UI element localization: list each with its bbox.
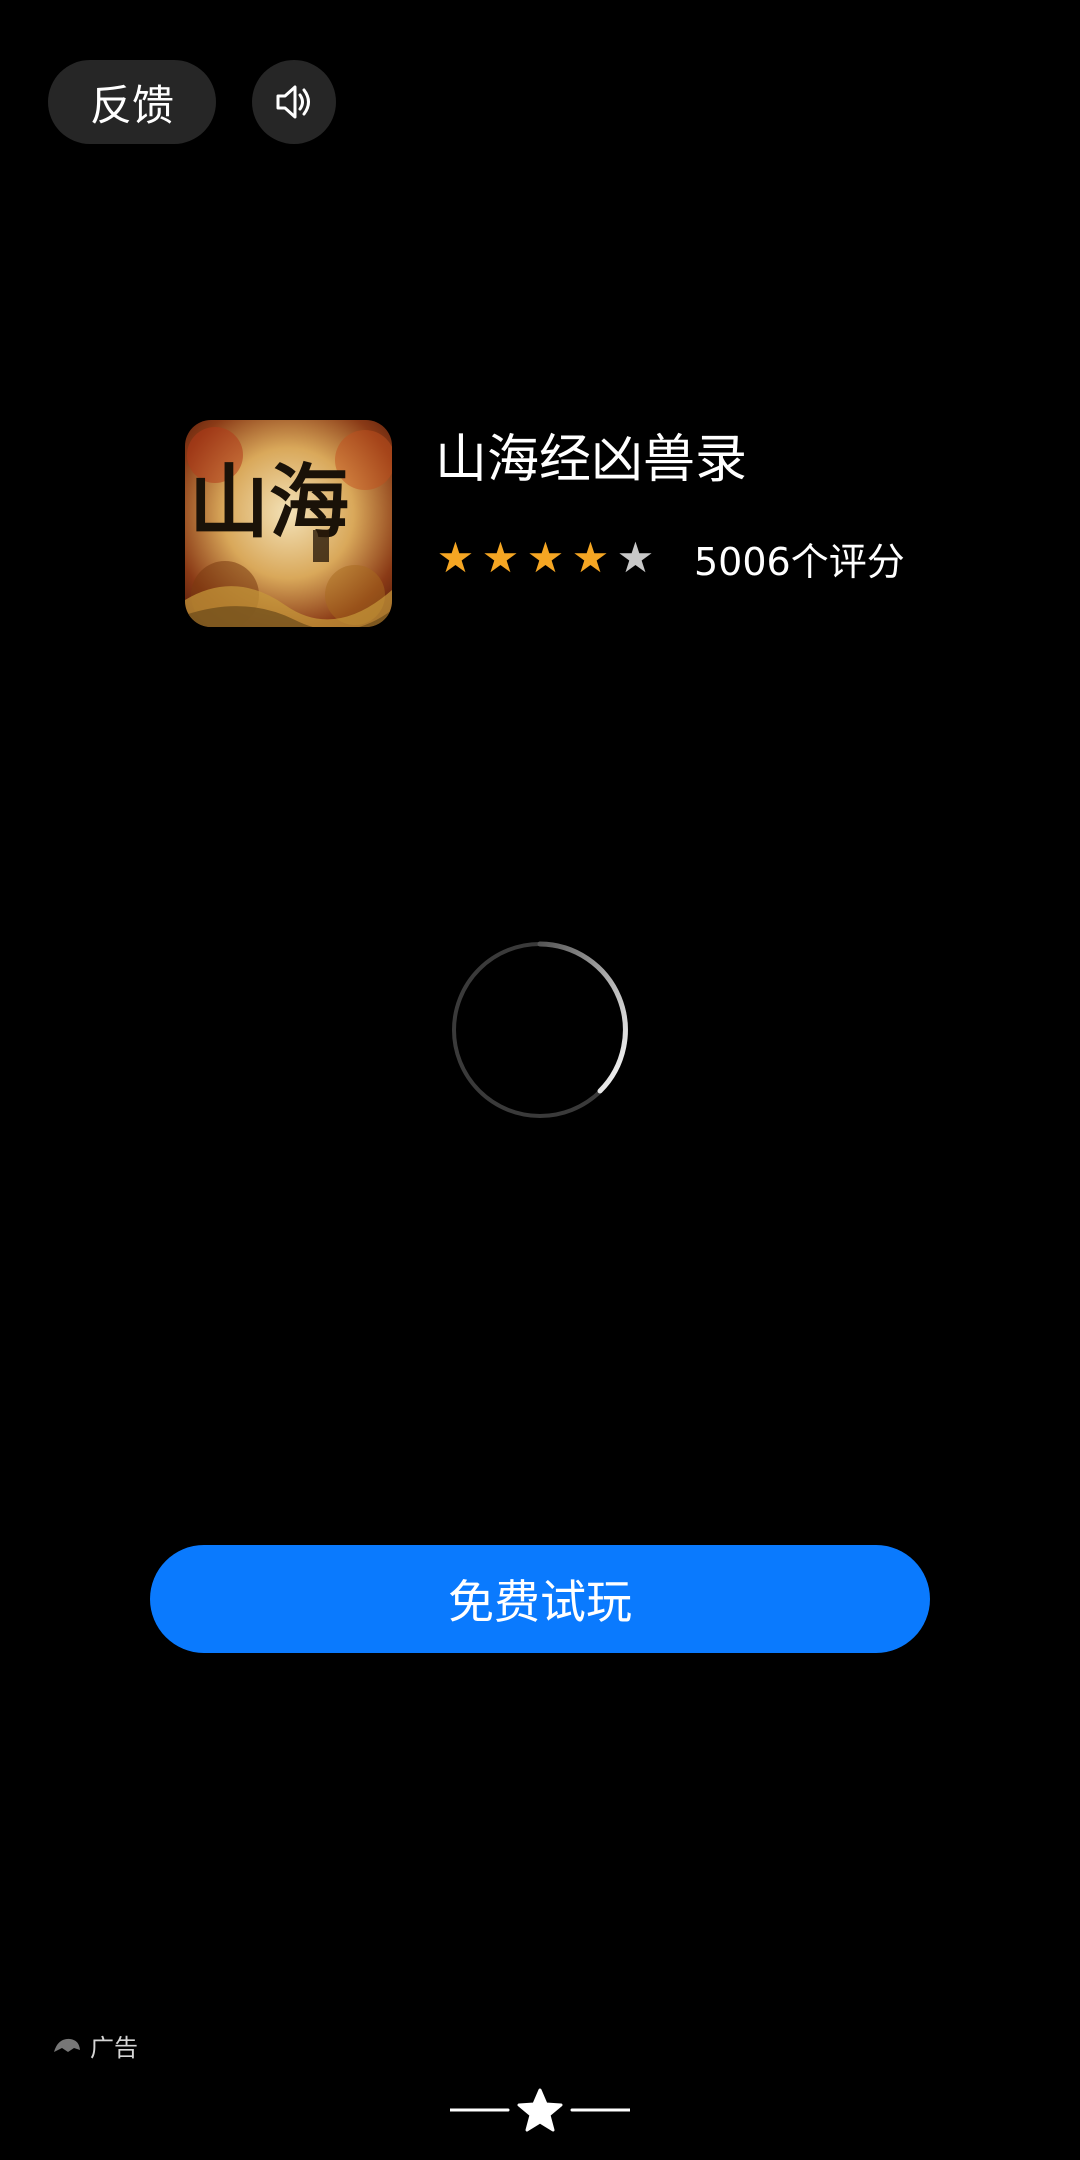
app-title: 山海经凶兽录 <box>435 430 748 490</box>
star-empty-icon: ★ <box>616 533 655 582</box>
star-icon: ★ <box>571 533 610 582</box>
loading-spinner-icon <box>452 941 628 1118</box>
ad-badge: 广告 <box>52 2030 138 2062</box>
app-logo-icon: 山海 <box>185 420 392 627</box>
star-icon: ★ <box>526 533 565 582</box>
star-icon: ★ <box>436 533 475 582</box>
ad-label-text: 广告 <box>90 2033 138 2062</box>
feedback-button[interactable]: 反馈 <box>48 60 216 144</box>
app-info-card: 山海 山海经凶兽录 ★ ★ ★ ★ ★ 5006个评分 <box>185 420 945 630</box>
feedback-label: 反馈 <box>89 80 174 130</box>
rating-row: ★ ★ ★ ★ ★ 5006个评分 <box>433 528 905 588</box>
free-trial-label: 免费试玩 <box>448 1575 632 1629</box>
star-icon <box>517 2088 563 2132</box>
speaker-icon <box>276 85 310 119</box>
free-trial-button[interactable]: 免费试玩 <box>150 1545 930 1653</box>
ad-logo-icon <box>54 2038 80 2052</box>
star-icon: ★ <box>481 533 520 582</box>
bottom-star-indicator[interactable] <box>450 2085 630 2135</box>
ad-screen: 反馈 山海 山海经凶兽录 ★ ★ ★ ★ ★ 5006个评分 免费试玩 广告 <box>0 0 1080 2160</box>
rating-count: 5006个评分 <box>694 539 905 584</box>
sound-toggle-button[interactable] <box>252 60 336 144</box>
